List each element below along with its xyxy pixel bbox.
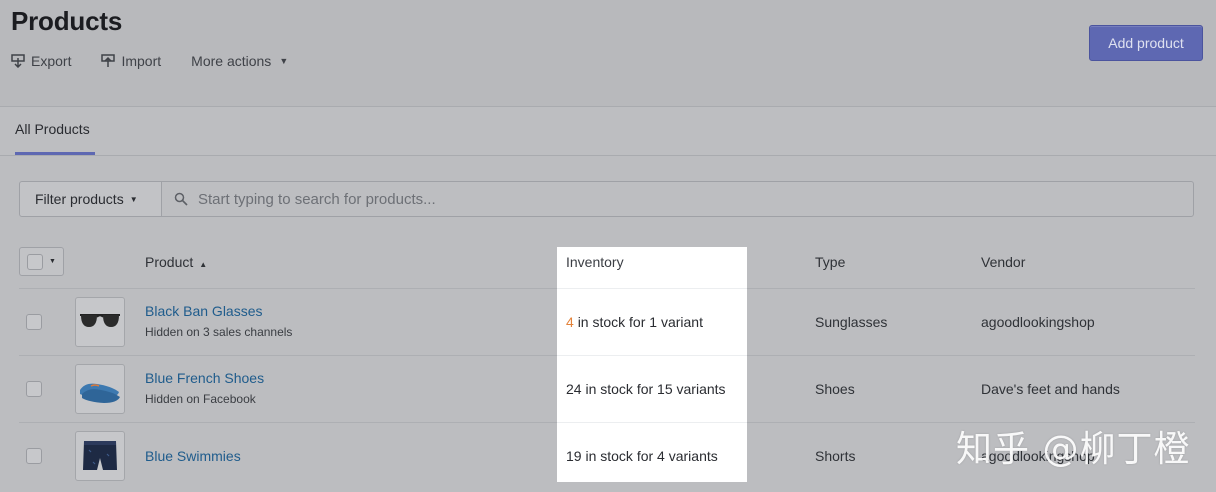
product-name-link[interactable]: Blue French Shoes: [145, 370, 264, 386]
column-header-vendor[interactable]: Vendor: [981, 254, 1025, 270]
column-header-inventory[interactable]: Inventory: [566, 254, 624, 270]
column-header-product[interactable]: Product ▲: [145, 254, 207, 270]
filter-label: Filter products: [35, 191, 124, 207]
sort-ascending-icon: ▲: [199, 260, 208, 269]
row-checkbox[interactable]: [26, 448, 42, 464]
filter-products-button[interactable]: Filter products ▼: [19, 181, 162, 217]
row-divider: [557, 355, 747, 356]
product-thumbnail[interactable]: [75, 297, 125, 347]
inventory-cell: 4 in stock for 1 variant: [566, 314, 703, 330]
product-subtext: Hidden on Facebook: [145, 392, 256, 406]
search-box: [161, 181, 1194, 217]
row-checkbox[interactable]: [26, 381, 42, 397]
inventory-text: in stock for 4 variants: [585, 448, 718, 464]
swim-shorts-icon: [83, 441, 117, 470]
row-checkbox[interactable]: [26, 314, 42, 330]
product-name-link[interactable]: Blue Swimmies: [145, 448, 241, 464]
caret-down-icon: ▼: [129, 194, 138, 204]
page-title: Products: [11, 6, 123, 36]
page-header: Products Export Import More actions ▼ Ad…: [0, 0, 1216, 106]
caret-down-icon: ▼: [49, 258, 56, 265]
inventory-text: in stock for 1 variant: [577, 314, 703, 330]
inventory-count: 24: [566, 381, 582, 397]
product-subtext: Hidden on 3 sales channels: [145, 325, 293, 339]
product-vendor: Dave's feet and hands: [981, 381, 1120, 397]
product-type: Shorts: [815, 448, 856, 464]
export-label: Export: [31, 53, 72, 69]
active-tab-indicator: [15, 152, 95, 155]
product-header-label: Product: [145, 254, 194, 270]
import-label: Import: [121, 53, 162, 69]
add-product-button[interactable]: Add product: [1089, 25, 1203, 61]
select-all-dropdown[interactable]: ▼: [19, 247, 64, 276]
inventory-column-highlight: Inventory 4 in stock for 1 variant 24 in…: [557, 247, 747, 482]
select-all-checkbox[interactable]: [27, 253, 43, 270]
row-divider: [557, 422, 747, 423]
import-button[interactable]: Import: [101, 52, 161, 70]
product-thumbnail[interactable]: [75, 364, 125, 414]
import-icon: [101, 54, 116, 67]
shoes-icon: [80, 383, 120, 403]
more-actions-label: More actions: [191, 53, 272, 69]
product-thumbnail[interactable]: [75, 431, 125, 481]
inventory-count: 4: [566, 314, 574, 330]
inventory-cell: 24 in stock for 15 variants: [566, 381, 726, 397]
product-vendor: agoodlookingshop: [981, 314, 1095, 330]
inventory-cell: 19 in stock for 4 variants: [566, 448, 718, 464]
header-actions: Export Import More actions ▼: [11, 52, 318, 70]
search-input[interactable]: [198, 190, 1178, 208]
export-button[interactable]: Export: [11, 52, 71, 70]
product-type: Shoes: [815, 381, 855, 397]
export-icon: [11, 54, 25, 68]
column-header-type[interactable]: Type: [815, 254, 845, 270]
sunglasses-icon: [80, 314, 120, 327]
watermark-text: 知乎 @柳丁橙: [956, 429, 1191, 470]
tabs-bar: All Products: [0, 106, 1216, 156]
product-type: Sunglasses: [815, 314, 888, 330]
more-actions-dropdown[interactable]: More actions ▼: [191, 52, 288, 70]
inventory-count: 19: [566, 448, 582, 464]
row-divider: [557, 288, 747, 289]
search-icon: [174, 192, 188, 206]
caret-down-icon: ▼: [279, 56, 289, 66]
product-name-link[interactable]: Black Ban Glasses: [145, 303, 263, 319]
inventory-text: in stock for 15 variants: [585, 381, 726, 397]
tab-all-products[interactable]: All Products: [15, 121, 90, 137]
